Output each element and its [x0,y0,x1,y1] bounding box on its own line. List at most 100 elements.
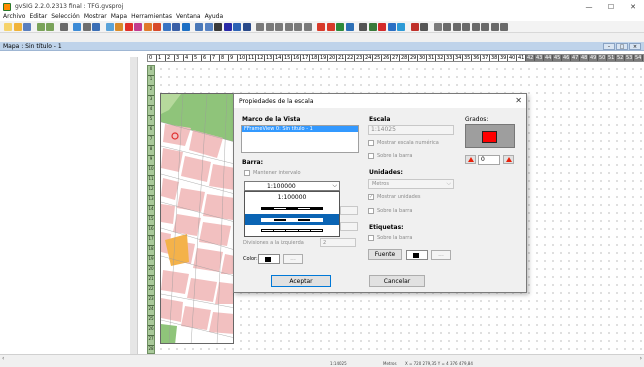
zoomc1-icon[interactable] [443,22,451,31]
checkbox-box[interactable] [244,170,250,176]
legend-icon[interactable] [233,22,241,31]
checkbox-box[interactable] [368,208,374,214]
zoomc2-icon[interactable] [452,22,461,31]
close-button[interactable]: ✕ [622,0,644,13]
bar-color-swatch[interactable] [258,254,280,264]
checkbox-box[interactable] [368,153,374,159]
table2-icon[interactable] [359,22,367,31]
checkbox-box[interactable] [368,235,374,241]
dialog-close-icon[interactable]: ✕ [515,96,522,105]
view-frame-list[interactable]: FFrameView 0: Sin título - 1 [241,125,359,153]
open-icon[interactable] [13,22,22,31]
accept-button[interactable]: Aceptar [271,275,331,287]
circle-icon[interactable] [181,22,190,31]
zoom-all-icon[interactable] [275,22,283,31]
menu-ventana[interactable]: Ventana [176,13,201,21]
bar-style-option[interactable] [245,225,339,236]
bar-style-combo[interactable]: 1:100000 ⌵ [244,181,340,191]
rotate-right-button[interactable] [503,155,514,164]
draw-icon[interactable] [124,22,133,31]
zoomc3-icon[interactable] [462,22,470,31]
zoomc4-icon[interactable] [471,22,480,31]
maximize-button[interactable]: ☐ [600,0,622,13]
map-maximize-button[interactable]: □ [616,43,628,50]
show-units-checkbox[interactable]: ✓ Mostrar unidades [368,194,421,200]
chevron-down-icon[interactable]: ⌵ [332,182,337,190]
scale-over-bar-checkbox[interactable]: Sobre la barra [368,153,412,159]
point-icon[interactable] [143,22,152,31]
table-icon[interactable] [195,22,203,31]
eye-icon[interactable] [242,22,251,31]
zoomc7-icon[interactable] [500,22,508,31]
view-frame-list-item[interactable]: FFrameView 0: Sin título - 1 [242,126,358,132]
zoom-out-icon[interactable] [265,22,274,31]
show-numeric-scale-checkbox[interactable]: Mostrar escala numérica [368,140,439,146]
bar-style-dropdown[interactable]: 1:100000 [244,191,340,237]
labels-over-bar-checkbox[interactable]: Sobre la barra [368,235,412,241]
bar-style-option-selected[interactable] [245,214,339,225]
info-icon[interactable] [410,22,419,31]
checkbox-box[interactable]: ✓ [368,194,374,200]
layers2-icon[interactable] [46,22,54,31]
select-arrow-icon[interactable] [317,22,325,31]
polygon-icon[interactable] [153,22,161,31]
checkbox-box[interactable] [368,140,374,146]
line-icon[interactable] [134,22,142,31]
insert-image-icon[interactable] [115,22,123,31]
grid-icon[interactable] [82,22,91,31]
chevron-down-icon[interactable]: ⌵ [446,180,451,188]
edit-node-icon[interactable] [326,22,335,31]
rotate-left-button[interactable] [465,155,476,164]
scale-field[interactable]: 1:14025 [368,125,454,135]
zoomc5-icon[interactable] [481,22,489,31]
degrees-field[interactable]: 0 [478,155,500,165]
insert-view-icon[interactable] [105,22,114,31]
add-icon[interactable] [397,22,405,31]
scale-icon[interactable] [223,22,232,31]
bar-intervals-count-field[interactable] [340,222,358,231]
blocks-icon[interactable] [387,22,396,31]
map-close-button[interactable]: × [629,43,641,50]
rect-icon[interactable] [172,22,180,31]
menu-seleccion[interactable]: Selección [51,13,80,21]
grid2-icon[interactable] [204,22,213,31]
labels-color-swatch[interactable] [406,250,428,260]
layout-icon[interactable] [368,22,377,31]
zoom-in-icon[interactable] [256,22,264,31]
pin-icon[interactable] [345,22,354,31]
tools-icon[interactable] [420,22,428,31]
units-combo[interactable]: Metros ⌵ [368,179,454,189]
menu-editar[interactable]: Editar [29,13,47,21]
select-icon[interactable] [59,22,68,31]
font-button[interactable]: Fuente [368,249,402,260]
zoom-layer-icon[interactable] [303,22,312,31]
menu-ayuda[interactable]: Ayuda [205,13,224,21]
zoom-1-icon[interactable] [284,22,293,31]
north-icon[interactable] [214,22,222,31]
text-icon[interactable] [162,22,171,31]
map-icon[interactable] [336,22,344,31]
pan-icon[interactable] [294,22,302,31]
minimize-button[interactable]: — [578,0,600,13]
menu-mostrar[interactable]: Mostrar [84,13,107,21]
keep-interval-checkbox[interactable]: Mantener intervalo [244,170,301,176]
print-icon[interactable] [378,22,386,31]
units-over-bar-checkbox[interactable]: Sobre la barra [368,208,412,214]
bar-style-option[interactable]: 1:100000 [245,192,339,203]
menu-mapa[interactable]: Mapa [111,13,127,21]
horizontal-scrollbar[interactable]: ‹ › [0,354,644,362]
bar-style-option[interactable] [245,203,339,214]
menu-herramientas[interactable]: Herramientas [131,13,172,21]
bar-interval-field[interactable] [340,206,358,215]
map-minimize-button[interactable]: – [603,43,615,50]
zoomc6-icon[interactable] [490,22,499,31]
save-icon[interactable] [23,22,31,31]
move-icon[interactable] [73,22,81,31]
bar-color-more-button[interactable]: ... [283,254,303,264]
refresh-icon[interactable] [433,22,442,31]
divisions-left-field[interactable]: 2 [320,238,356,247]
cancel-button[interactable]: Cancelar [369,275,425,287]
menu-archivo[interactable]: Archivo [3,13,25,21]
layers-icon[interactable] [36,22,45,31]
new-icon[interactable] [4,22,12,31]
